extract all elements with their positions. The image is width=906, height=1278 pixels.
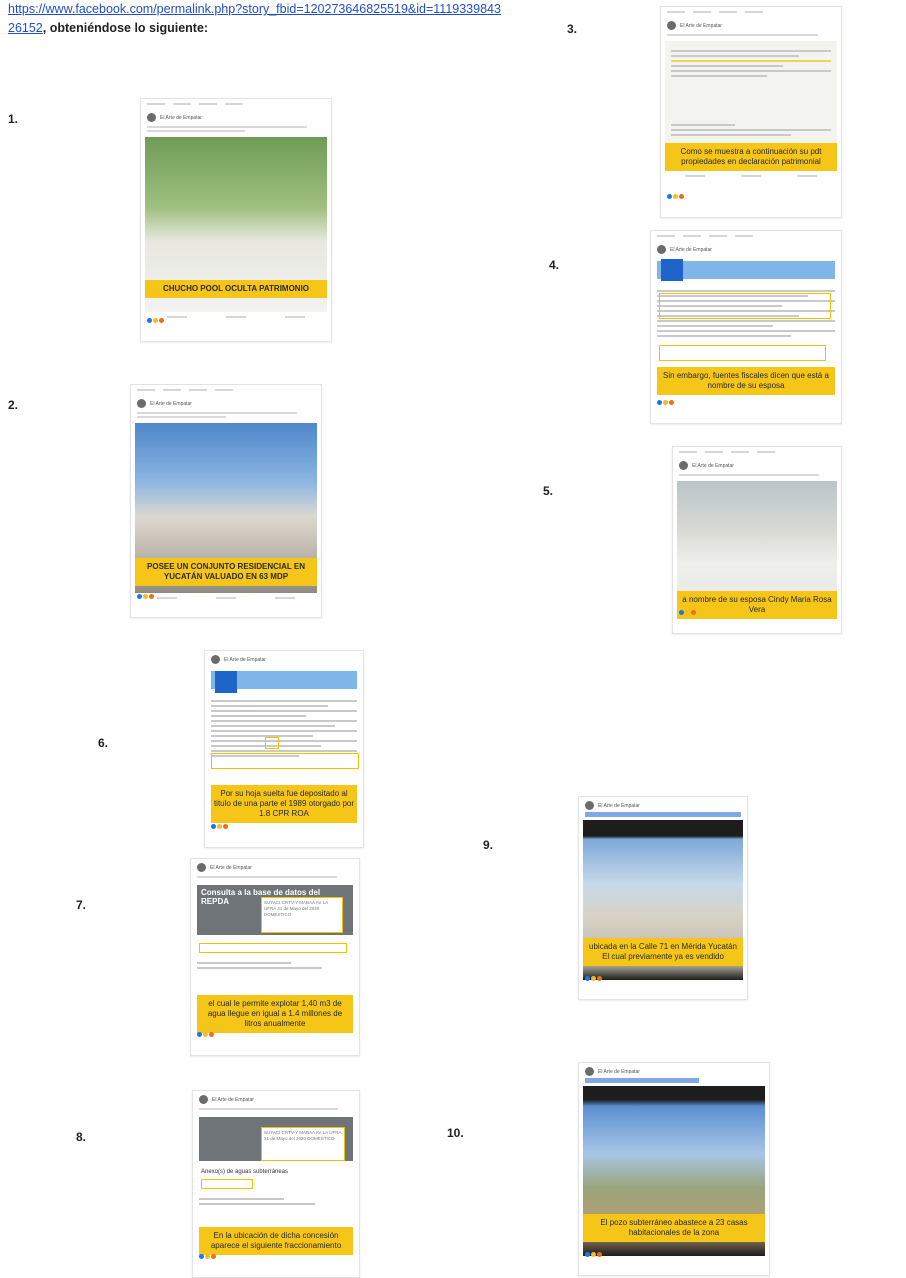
post-caption-4: Sin embargo, fuentes fiscales dicen que …: [657, 367, 835, 395]
item-number-4: 4.: [549, 258, 560, 272]
post-card-1: El Arte de Empatar CHUCHO POOL OCULTA PA…: [140, 98, 332, 342]
post-caption-5: a nombre de su esposa Cindy Maria Rosa V…: [677, 591, 837, 619]
post-card-3: El Arte de Empatar Como se muestra a con…: [660, 6, 842, 218]
avatar: [147, 113, 156, 122]
avatar: [199, 1095, 208, 1104]
post-caption-8: En la ubicación de dicha concesión apare…: [199, 1227, 353, 1255]
post-caption-10: El pozo subterráneo abastece a 23 casas …: [583, 1214, 765, 1242]
avatar: [585, 801, 594, 810]
intro-suffix: , obteniéndose lo siguiente:: [42, 21, 209, 35]
item-number-8: 8.: [76, 1130, 87, 1144]
post-card-9: El Arte de Empatar ubicada en la Calle 7…: [578, 796, 748, 1000]
post-card-7: El Arte de Empatar Consulta a la base de…: [190, 858, 360, 1056]
highlight-box: [199, 943, 347, 953]
item-number-2: 2.: [8, 398, 19, 412]
post-caption-9: ubicada en la Calle 71 en Mérida Yucatán…: [583, 938, 743, 966]
item-number-6: 6.: [98, 736, 109, 750]
post-image-1: CHUCHO POOL OCULTA PATRIMONIO: [145, 137, 327, 312]
highlight-box: [659, 345, 826, 361]
post-image-2: POSEE UN CONJUNTO RESIDENCIAL EN YUCATÁN…: [135, 423, 317, 593]
post-card-10: El Arte de Empatar El pozo subterráneo a…: [578, 1062, 770, 1276]
post-card-8: El Arte de Empatar SUYACI CRTV-Y MABAA A…: [192, 1090, 360, 1278]
post-card-6: El Arte de Empatar Por su hoja suelta fu…: [204, 650, 364, 848]
avatar: [211, 655, 220, 664]
highlight-box: [265, 737, 279, 749]
post-caption-3: Como se muestra a continuación su pdt pr…: [665, 143, 837, 171]
post-image-3: Como se muestra a continuación su pdt pr…: [665, 41, 837, 171]
concession-record-box: SUYACI CRTV-Y MABAA AV LA UFRA 31 de May…: [261, 1127, 345, 1161]
post-caption-2: POSEE UN CONJUNTO RESIDENCIAL EN YUCATÁN…: [135, 558, 317, 587]
aquifer-section-title: Anexo(s) de aguas subterráneas: [201, 1169, 289, 1175]
item-number-5: 5.: [543, 484, 554, 498]
post-image-10: El pozo subterráneo abastece a 23 casas …: [583, 1086, 765, 1256]
avatar: [679, 461, 688, 470]
post-caption-7: el cual le permite explotar 1,40 m3 de a…: [197, 995, 353, 1033]
item-number-9: 9.: [483, 838, 494, 852]
highlight-box: [659, 293, 831, 319]
post-card-4: El Arte de Empatar Sin embargo, fuentes …: [650, 230, 842, 424]
post-card-5: El Arte de Empatar a nombre de su esposa…: [672, 446, 842, 634]
post-caption-6: Por su hoja suelta fue depositado al tit…: [211, 785, 357, 823]
avatar: [667, 21, 676, 30]
post-image-5: a nombre de su esposa Cindy Maria Rosa V…: [677, 481, 837, 619]
post-image-9: ubicada en la Calle 71 en Mérida Yucatán…: [583, 820, 743, 980]
avatar: [657, 245, 666, 254]
avatar: [197, 863, 206, 872]
item-number-7: 7.: [76, 898, 87, 912]
highlight-box: [201, 1179, 253, 1189]
intro-paragraph: https://www.facebook.com/permalink.php?s…: [8, 0, 528, 38]
avatar: [585, 1067, 594, 1076]
repda-record-box: SUYACI CRTV-Y MABAA AV LA UFRA 31 de May…: [261, 897, 343, 933]
highlight-box: [211, 753, 359, 769]
item-number-3: 3.: [567, 22, 578, 36]
item-number-1: 1.: [8, 112, 19, 126]
item-number-10: 10.: [447, 1126, 464, 1140]
post-caption-1: CHUCHO POOL OCULTA PATRIMONIO: [145, 280, 327, 298]
avatar: [137, 399, 146, 408]
post-card-2: El Arte de Empatar POSEE UN CONJUNTO RES…: [130, 384, 322, 618]
